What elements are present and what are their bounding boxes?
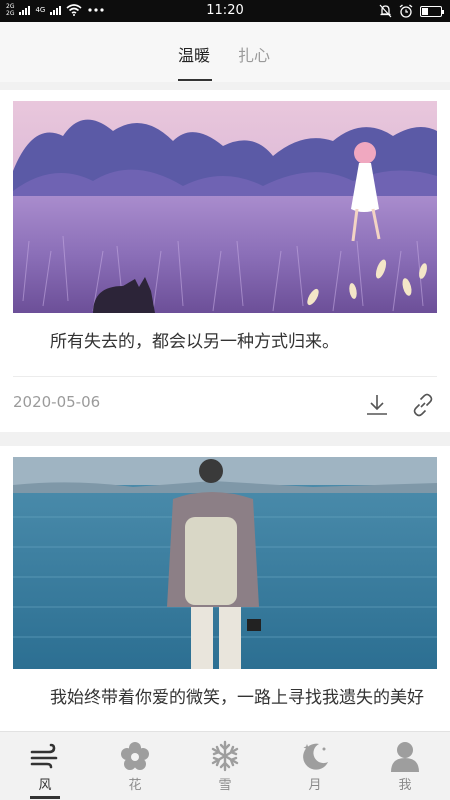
nav-label: 我 [398,778,412,793]
active-nav-indicator [30,796,60,799]
nav-me[interactable]: 我 [360,732,450,800]
alarm-clock-icon [399,4,413,18]
top-tab-bar: 温暖 扎心 [0,22,450,82]
purple-field-illustration [13,101,437,313]
quote-text: 所有失去的，都会以另一种方式归来。 [50,332,339,352]
battery-icon [420,5,444,17]
nav-label: 月 [308,778,322,793]
alarm-off-icon [379,4,392,18]
flower-icon [121,742,149,770]
nav-label: 风 [38,778,52,793]
wind-icon [30,743,58,769]
nav-flower[interactable]: 花 [90,732,180,800]
nav-snow[interactable]: 雪 [180,732,270,800]
card-divider [13,376,437,377]
moon-icon [303,743,328,770]
card-image[interactable] [13,457,437,669]
feed-card[interactable]: 所有失去的，都会以另一种方式归来。 2020-05-06 [0,90,450,432]
bottom-nav: 风 花 雪 月 我 [0,731,450,800]
nav-label: 花 [128,778,142,793]
tab-heartbreak[interactable]: 扎心 [238,42,270,66]
status-bar: 2G 2G 4G 11:20 [0,0,450,22]
quote-text: 我始终带着你爱的微笑，一路上寻找我遗失的美好 [50,688,424,708]
nav-moon[interactable]: 月 [270,732,360,800]
card-date: 2020-05-06 [13,393,101,411]
sea-photo [13,457,437,669]
card-image[interactable] [13,101,437,313]
nav-wind[interactable]: 风 [0,732,90,800]
tab-warm[interactable]: 温暖 [178,42,210,66]
nav-label: 雪 [218,778,232,793]
feed-card[interactable]: 我始终带着你爱的微笑，一路上寻找我遗失的美好 [0,446,450,746]
user-icon [391,742,419,772]
link-icon[interactable] [410,392,436,418]
active-tab-indicator [178,79,212,81]
snowflake-icon [211,740,239,772]
download-icon[interactable] [364,392,390,418]
